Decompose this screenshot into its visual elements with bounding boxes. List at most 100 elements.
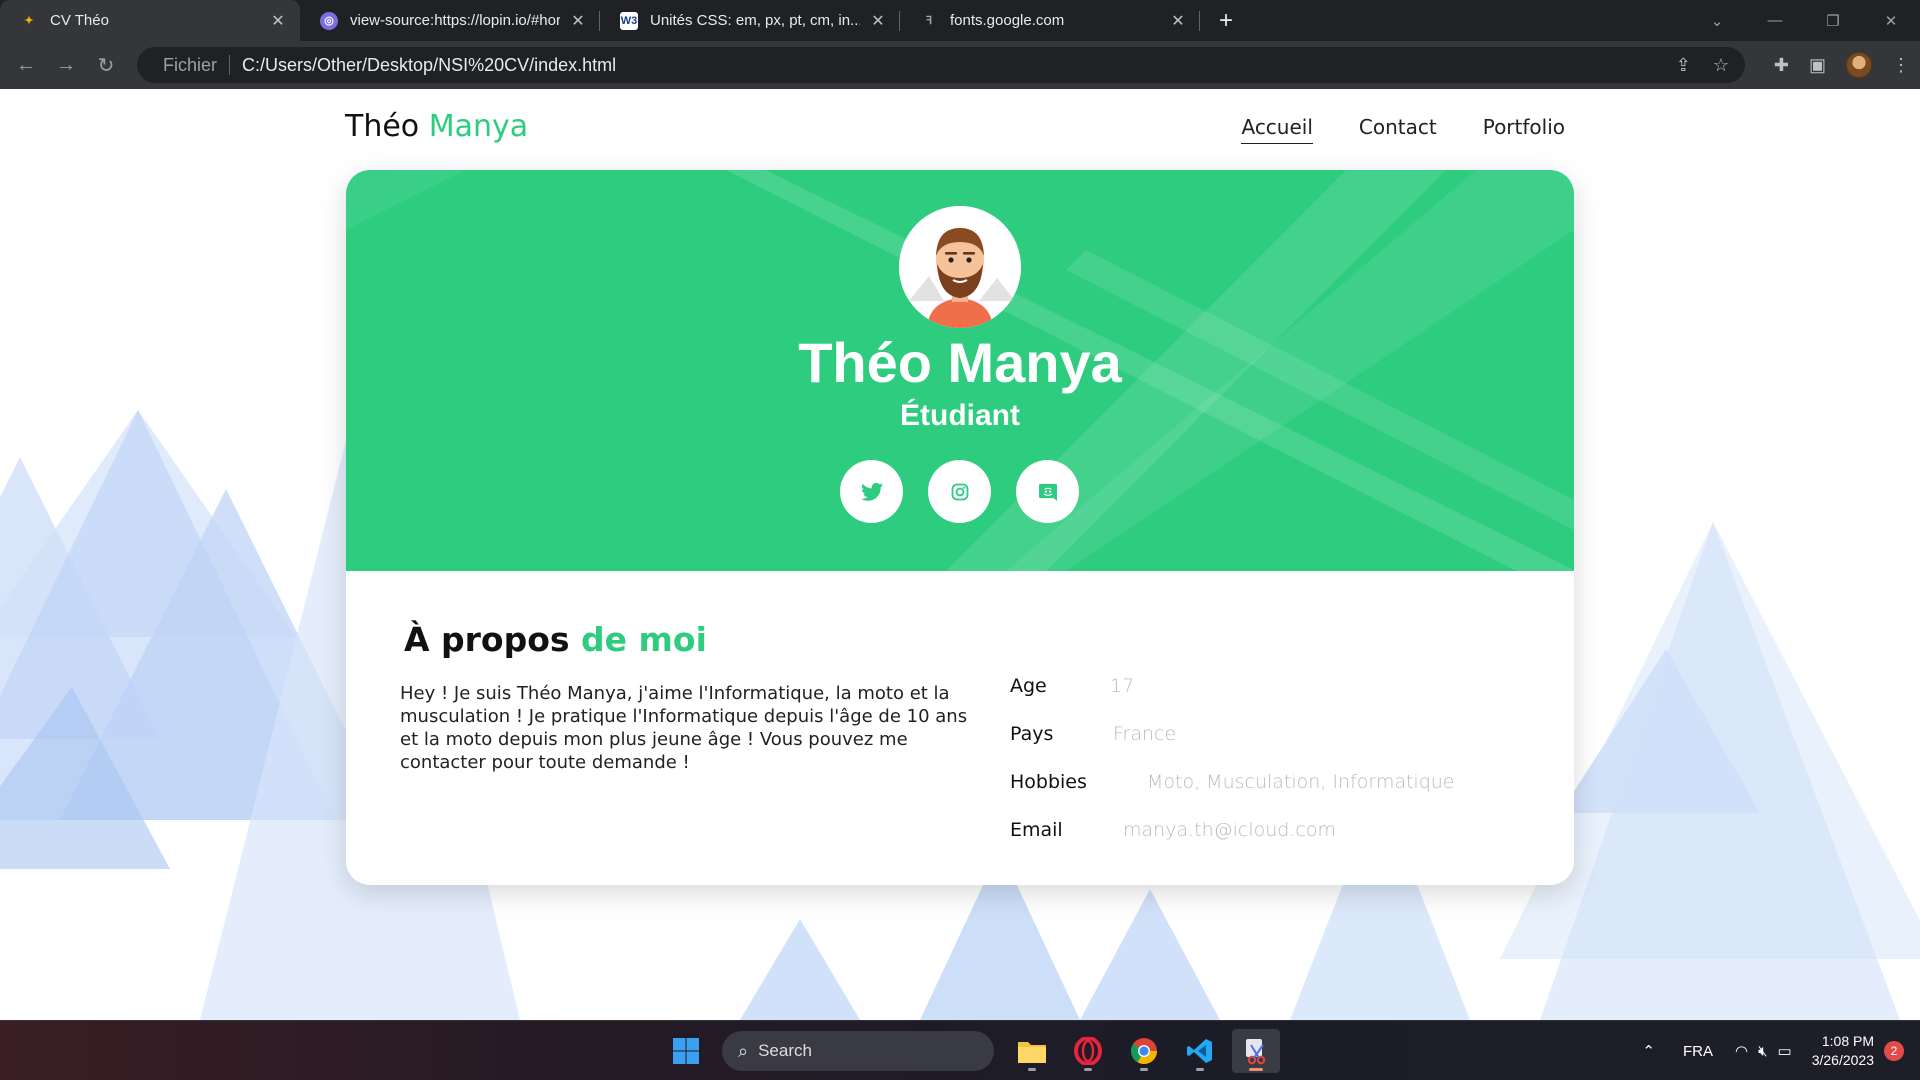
running-indicator bbox=[1028, 1068, 1036, 1071]
forward-button[interactable]: → bbox=[46, 45, 86, 85]
man-avatar-icon bbox=[899, 206, 1021, 328]
info-label: Hobbies bbox=[1010, 771, 1087, 793]
nav-accueil[interactable]: Accueil bbox=[1241, 115, 1313, 144]
twitter-button[interactable] bbox=[840, 460, 903, 523]
running-indicator bbox=[1196, 1068, 1204, 1071]
about-title: À propos de moi bbox=[404, 620, 707, 659]
instagram-button[interactable] bbox=[928, 460, 991, 523]
tab-cv-theo[interactable]: ✦ CV Théo ✕ bbox=[0, 0, 300, 41]
wifi-icon[interactable]: ◠ bbox=[1735, 1042, 1748, 1060]
running-indicator bbox=[1084, 1068, 1092, 1071]
opera-icon bbox=[1074, 1037, 1102, 1065]
opera-button[interactable] bbox=[1064, 1029, 1112, 1073]
active-indicator bbox=[1249, 1068, 1263, 1071]
window-controls: ⌄ — ❐ ✕ bbox=[1688, 0, 1920, 41]
file-explorer-button[interactable] bbox=[1008, 1029, 1056, 1073]
close-icon[interactable]: ✕ bbox=[268, 11, 288, 31]
info-value: 17 bbox=[1110, 675, 1135, 697]
vscode-button[interactable] bbox=[1176, 1029, 1224, 1073]
hero-name: Théo Manya bbox=[798, 331, 1122, 394]
toolbar-right: ✚ ▣ ⋮ bbox=[1774, 41, 1910, 89]
clock-time: 1:08 PM bbox=[1821, 1033, 1874, 1049]
running-indicator bbox=[1140, 1068, 1148, 1071]
address-bar-actions: ⇪ ☆ bbox=[1676, 47, 1729, 83]
tab-title: fonts.google.com bbox=[950, 12, 1065, 29]
snipping-tool-icon bbox=[1246, 1039, 1266, 1065]
menu-icon[interactable]: ⋮ bbox=[1892, 55, 1910, 76]
tab-title: CV Théo bbox=[50, 12, 109, 29]
nav-contact[interactable]: Contact bbox=[1359, 115, 1437, 144]
about-text: Hey ! Je suis Théo Manya, j'aime l'Infor… bbox=[400, 683, 968, 773]
tab-search-icon[interactable]: ⌄ bbox=[1688, 12, 1746, 30]
back-button[interactable]: ← bbox=[6, 45, 46, 85]
site-nav: Accueil Contact Portfolio bbox=[1241, 115, 1565, 144]
chrome-button[interactable] bbox=[1120, 1029, 1168, 1073]
instagram-icon bbox=[951, 483, 968, 500]
folder-icon bbox=[1018, 1042, 1046, 1063]
w3-icon: W3 bbox=[620, 11, 638, 30]
url-text[interactable]: C:/Users/Other/Desktop/NSI%20CV/index.ht… bbox=[242, 55, 616, 76]
windows-logo-icon bbox=[673, 1038, 699, 1064]
language-indicator[interactable]: FRA bbox=[1683, 1043, 1713, 1060]
tab-title: view-source:https://lopin.io/#hor bbox=[350, 12, 560, 29]
address-bar[interactable]: i Fichier C:/Users/Other/Desktop/NSI%20C… bbox=[137, 47, 1745, 570]
address-scheme-label: Fichier bbox=[163, 54, 218, 75]
system-tray: ⌃ FRA ◠ 🔇︎ ▭ 1:08 PM 3/26/2023 2 bbox=[1642, 1021, 1904, 1080]
notification-badge[interactable]: 2 bbox=[1884, 1041, 1904, 1061]
info-label: Age bbox=[1010, 675, 1047, 697]
profile-avatar-large bbox=[899, 206, 1021, 328]
reload-button[interactable]: ↻ bbox=[86, 45, 126, 85]
clock-date: 3/26/2023 bbox=[1811, 1052, 1874, 1068]
nav-portfolio[interactable]: Portfolio bbox=[1483, 115, 1565, 144]
taskbar-apps: ⌕ Search bbox=[662, 1029, 1288, 1073]
browser-tab-bar: ✦ CV Théo ✕ ◎ view-source:https://lopin.… bbox=[0, 0, 1920, 41]
address-divider bbox=[229, 55, 231, 75]
info-value[interactable]: manya.th@icloud.com bbox=[1123, 819, 1336, 841]
profile-avatar[interactable] bbox=[1846, 52, 1872, 78]
search-icon: ⌕ bbox=[738, 1040, 749, 1061]
site-brand[interactable]: Théo Manya bbox=[345, 109, 528, 144]
battery-icon[interactable]: ▭ bbox=[1778, 1042, 1792, 1060]
tab-w3[interactable]: W3 Unités CSS: em, px, pt, cm, in... ✕ bbox=[600, 0, 900, 41]
search-placeholder: Search bbox=[758, 1041, 812, 1060]
clock[interactable]: 1:08 PM 3/26/2023 bbox=[1812, 1032, 1874, 1070]
social-links bbox=[840, 460, 1079, 523]
close-window-button[interactable]: ✕ bbox=[1862, 12, 1920, 30]
close-icon[interactable]: ✕ bbox=[1168, 11, 1188, 31]
browser-toolbar: ← → ↻ i Fichier C:/Users/Other/Desktop/N… bbox=[0, 41, 1920, 570]
snipping-tool-button[interactable] bbox=[1232, 1029, 1280, 1073]
brand-last-name: Manya bbox=[428, 109, 529, 144]
chevron-up-icon[interactable]: ⌃ bbox=[1642, 1042, 1655, 1060]
info-value: France bbox=[1113, 723, 1177, 745]
close-icon[interactable]: ✕ bbox=[568, 11, 588, 31]
new-tab-button[interactable]: + bbox=[1208, 3, 1244, 39]
about-title-first: À propos bbox=[404, 620, 570, 659]
tab-google-fonts[interactable]: ꟻ fonts.google.com ✕ bbox=[900, 0, 1200, 41]
windows-taskbar: ⌕ Search ⌃ FRA ◠ 🔇︎ ▭ 1:08 PM 3/26/2023 … bbox=[0, 1020, 1920, 1080]
brand-first-name: Théo bbox=[345, 109, 420, 144]
info-label: Pays bbox=[1010, 723, 1054, 745]
volume-muted-icon[interactable]: 🔇︎ bbox=[1758, 1043, 1767, 1060]
tab-lopin[interactable]: ◎ view-source:https://lopin.io/#hor ✕ bbox=[300, 0, 600, 41]
profile-card: Théo Manya Étudiant À propos de moi Hey … bbox=[346, 170, 1574, 885]
google-fonts-icon: ꟻ bbox=[925, 15, 933, 27]
lopin-icon: ◎ bbox=[320, 11, 338, 30]
twitter-icon bbox=[860, 482, 883, 501]
close-icon[interactable]: ✕ bbox=[868, 11, 888, 31]
chrome-icon bbox=[1130, 1038, 1158, 1065]
bookmark-star-icon[interactable]: ☆ bbox=[1713, 55, 1729, 76]
taskbar-search[interactable]: ⌕ Search bbox=[722, 1031, 994, 1071]
vscode-icon bbox=[1187, 1039, 1212, 1063]
cv-icon: ✦ bbox=[24, 15, 34, 27]
info-label: Email bbox=[1010, 819, 1063, 841]
site-header: Théo Manya Accueil Contact Portfolio bbox=[345, 109, 1565, 159]
about-title-accent: de moi bbox=[581, 620, 707, 659]
side-panel-icon[interactable]: ▣ bbox=[1809, 55, 1826, 76]
restore-button[interactable]: ❐ bbox=[1804, 12, 1862, 30]
discord-button[interactable] bbox=[1016, 460, 1079, 523]
hero-role: Étudiant bbox=[900, 399, 1020, 432]
start-button[interactable] bbox=[662, 1029, 710, 1073]
share-icon[interactable]: ⇪ bbox=[1676, 55, 1691, 76]
minimize-button[interactable]: — bbox=[1746, 12, 1804, 29]
extensions-icon[interactable]: ✚ bbox=[1774, 55, 1789, 76]
